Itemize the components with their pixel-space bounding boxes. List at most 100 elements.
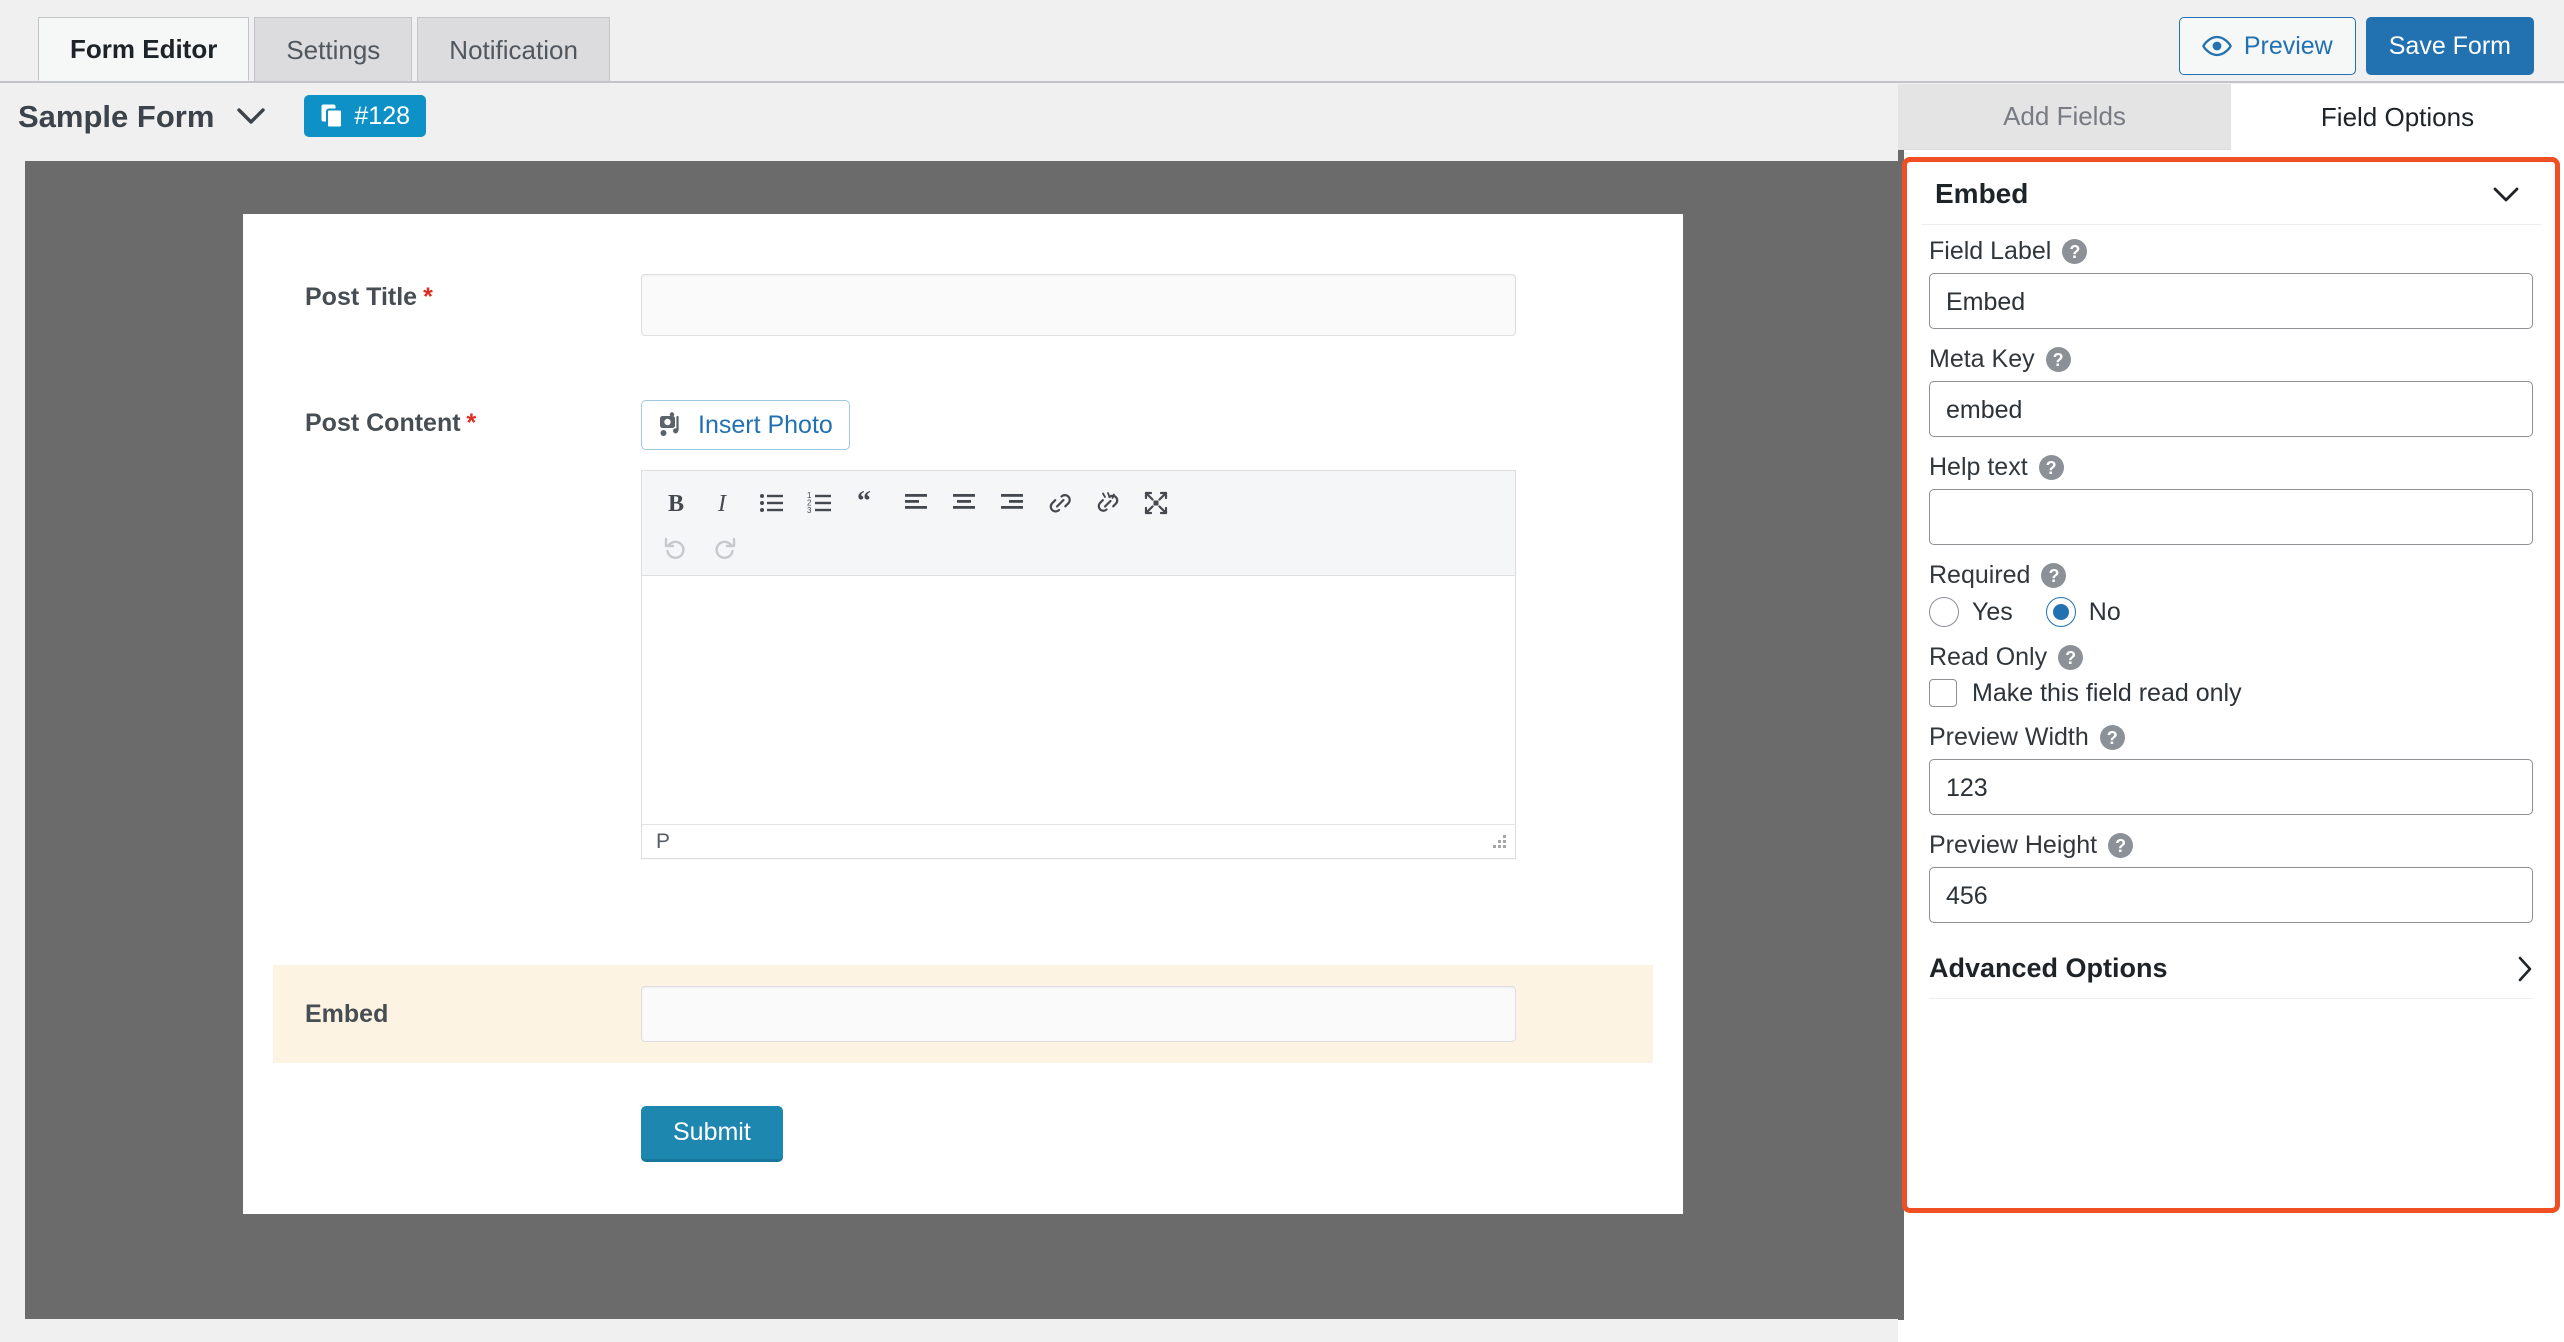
field-options-panel: Embed Field Label ? Embed Meta Key ? emb…	[1898, 150, 2564, 1342]
tab-notification-label: Notification	[449, 34, 578, 65]
field-options-header[interactable]: Embed	[1921, 162, 2541, 225]
numbered-list-icon[interactable]: 1 2 3	[796, 481, 844, 525]
help-icon[interactable]: ?	[2099, 725, 2125, 750]
required-asterisk: *	[466, 409, 477, 437]
help-icon[interactable]: ?	[2045, 347, 2071, 372]
save-form-button-label: Save Form	[2388, 31, 2511, 60]
svg-text:I: I	[717, 491, 727, 516]
field-label-caption: Field Label ?	[1929, 239, 2533, 264]
bold-icon[interactable]: B	[652, 481, 700, 525]
tab-add-fields[interactable]: Add Fields	[1898, 84, 2231, 150]
preview-width-caption: Preview Width ?	[1929, 725, 2533, 750]
undo-icon[interactable]	[652, 525, 700, 569]
chevron-right-icon[interactable]	[2517, 956, 2533, 982]
unlink-icon[interactable]	[1084, 481, 1132, 525]
tab-form-editor-label: Form Editor	[70, 34, 218, 64]
tab-form-editor[interactable]: Form Editor	[38, 17, 250, 81]
editor-path-indicator: P	[656, 829, 671, 853]
meta-key-caption: Meta Key ?	[1929, 347, 2533, 372]
post-content-editor-wrap: Insert Photo B I 1 2 3 “ P	[641, 400, 1516, 859]
submit-button[interactable]: Submit	[641, 1106, 783, 1162]
tab-notification[interactable]: Notification	[417, 17, 610, 81]
page-title: Sample Form	[18, 98, 215, 134]
tab-settings[interactable]: Settings	[254, 17, 413, 81]
caption-text: Read Only	[1929, 643, 2048, 671]
label-text: Post Content	[305, 409, 461, 437]
label-text: Embed	[305, 1000, 389, 1028]
required-caption: Required ?	[1929, 563, 2533, 588]
preview-field-post-title-label: Post Title *	[243, 274, 641, 312]
embed-input[interactable]	[641, 986, 1516, 1042]
fullscreen-icon[interactable]	[1132, 481, 1180, 525]
form-id-badge-label: #128	[354, 101, 411, 130]
advanced-options-row[interactable]: Advanced Options	[1929, 941, 2533, 999]
top-bar: Form Editor Settings Notification Previe…	[0, 0, 2564, 84]
preview-height-input[interactable]: 456	[1929, 867, 2533, 923]
required-asterisk: *	[423, 283, 433, 311]
redo-icon[interactable]	[700, 525, 748, 569]
rich-text-editor: B I 1 2 3 “ P	[641, 470, 1516, 859]
help-icon[interactable]: ?	[2108, 833, 2134, 858]
editor-toolbar: B I 1 2 3 “	[642, 471, 1515, 576]
form-id-badge[interactable]: #128	[304, 95, 427, 137]
panel-tabs: Add Fields Field Options	[1898, 84, 2564, 150]
chevron-down-icon[interactable]	[214, 106, 266, 126]
help-text-group: Help text ?	[1929, 455, 2533, 545]
form-preview-canvas: Post Title * Post Content * Insert Photo…	[25, 161, 1898, 1319]
link-icon[interactable]	[1036, 481, 1084, 525]
required-radio-yes-label: Yes	[1972, 597, 2013, 626]
field-label-input[interactable]: Embed	[1929, 273, 2533, 329]
field-label-group: Field Label ? Embed	[1929, 239, 2533, 329]
preview-width-input[interactable]: 123	[1929, 759, 2533, 815]
required-radio-group: Yes No	[1929, 597, 2533, 627]
preview-field-post-content-label: Post Content *	[243, 400, 641, 438]
required-radio-no[interactable]	[2045, 597, 2076, 627]
required-radio-yes[interactable]	[1929, 597, 1959, 627]
preview-field-post-content[interactable]: Post Content * Insert Photo B I 1 2 3 “ …	[243, 400, 1516, 859]
read-only-checkbox-row: Make this field read only	[1929, 679, 2533, 707]
align-center-icon[interactable]	[940, 481, 988, 525]
preview-submit-row: Submit	[243, 1106, 783, 1162]
chevron-down-icon[interactable]	[2493, 186, 2519, 203]
blockquote-icon[interactable]: “	[844, 481, 892, 525]
photo-icon	[658, 411, 686, 439]
help-text-input[interactable]	[1929, 489, 2533, 545]
save-form-button[interactable]: Save Form	[2365, 17, 2534, 75]
tab-settings-label: Settings	[286, 34, 381, 65]
preview-field-embed[interactable]: Embed	[273, 965, 1653, 1063]
editor-content-area[interactable]	[642, 576, 1515, 824]
preview-field-post-title[interactable]: Post Title *	[243, 274, 1516, 336]
help-icon[interactable]: ?	[2041, 563, 2067, 588]
help-icon[interactable]: ?	[2038, 455, 2064, 480]
preview-height-group: Preview Height ? 456	[1929, 833, 2533, 923]
caption-text: Field Label	[1929, 237, 2052, 265]
preview-button[interactable]: Preview	[2178, 17, 2356, 75]
svg-text:“: “	[857, 490, 871, 516]
tabs-underline	[0, 81, 2564, 83]
help-icon[interactable]: ?	[2058, 645, 2084, 670]
post-title-input[interactable]	[641, 274, 1516, 336]
align-right-icon[interactable]	[988, 481, 1036, 525]
meta-key-input[interactable]: embed	[1929, 381, 2533, 437]
caption-text: Meta Key	[1929, 345, 2035, 373]
align-left-icon[interactable]	[892, 481, 940, 525]
read-only-checkbox-label: Make this field read only	[1972, 678, 2242, 707]
tab-add-fields-label: Add Fields	[2003, 101, 2126, 131]
main-tabs: Form Editor Settings Notification	[38, 17, 615, 81]
advanced-options-label: Advanced Options	[1929, 953, 2168, 983]
italic-icon[interactable]: I	[700, 481, 748, 525]
help-icon[interactable]: ?	[2062, 239, 2088, 264]
insert-photo-button[interactable]: Insert Photo	[641, 400, 850, 450]
preview-field-embed-label: Embed	[273, 999, 641, 1029]
insert-photo-button-label: Insert Photo	[698, 410, 833, 439]
read-only-checkbox[interactable]	[1929, 679, 1957, 707]
tab-field-options[interactable]: Field Options	[2231, 84, 2564, 150]
caption-text: Preview Width	[1929, 723, 2089, 751]
bulleted-list-icon[interactable]	[748, 481, 796, 525]
field-options-title: Embed	[1935, 178, 2029, 209]
form-preview-card: Post Title * Post Content * Insert Photo…	[243, 214, 1683, 1214]
form-title-bar: Sample Form #128	[0, 84, 1898, 148]
caption-text: Help text	[1929, 453, 2028, 481]
svg-text:3: 3	[807, 506, 812, 515]
preview-height-caption: Preview Height ?	[1929, 833, 2533, 858]
